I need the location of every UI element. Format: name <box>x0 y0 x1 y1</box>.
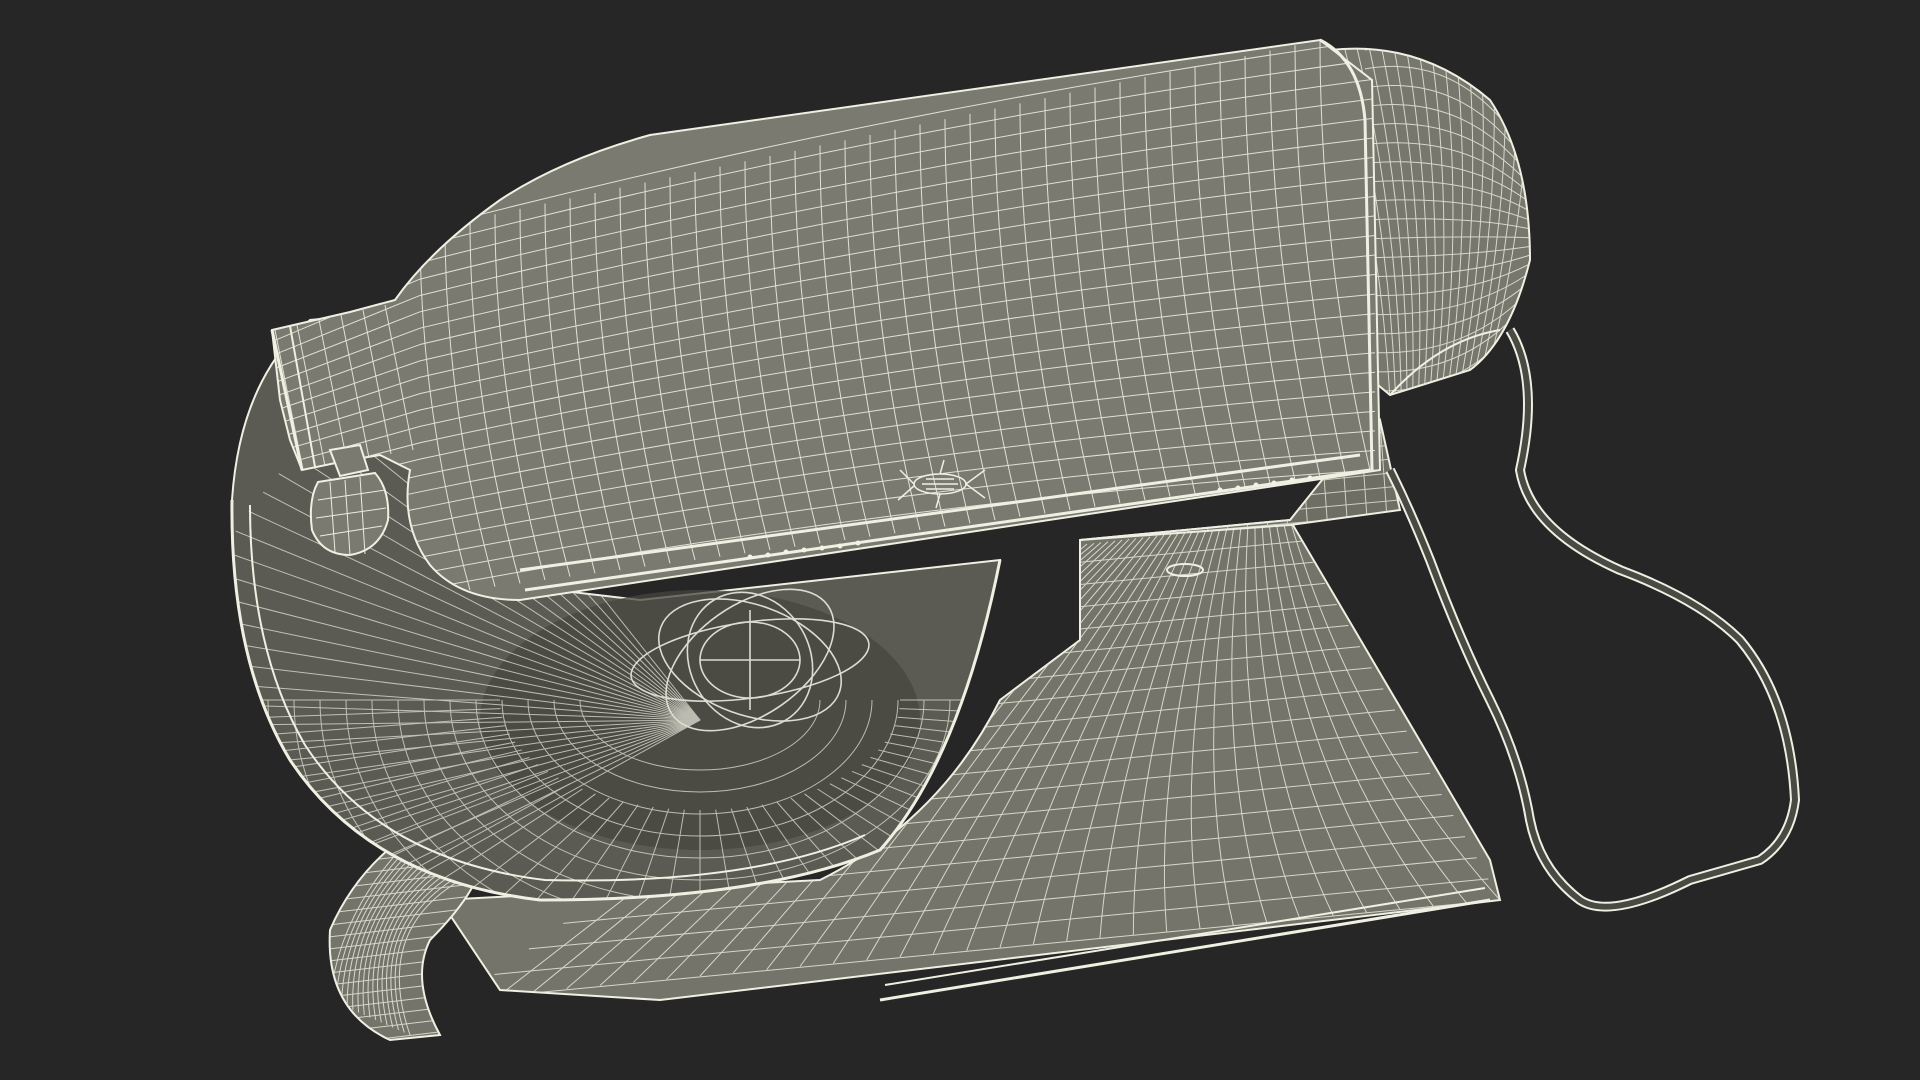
viewport-canvas <box>0 0 1920 1080</box>
wireframe-render <box>230 38 1800 1042</box>
motor-head <box>270 38 1382 602</box>
